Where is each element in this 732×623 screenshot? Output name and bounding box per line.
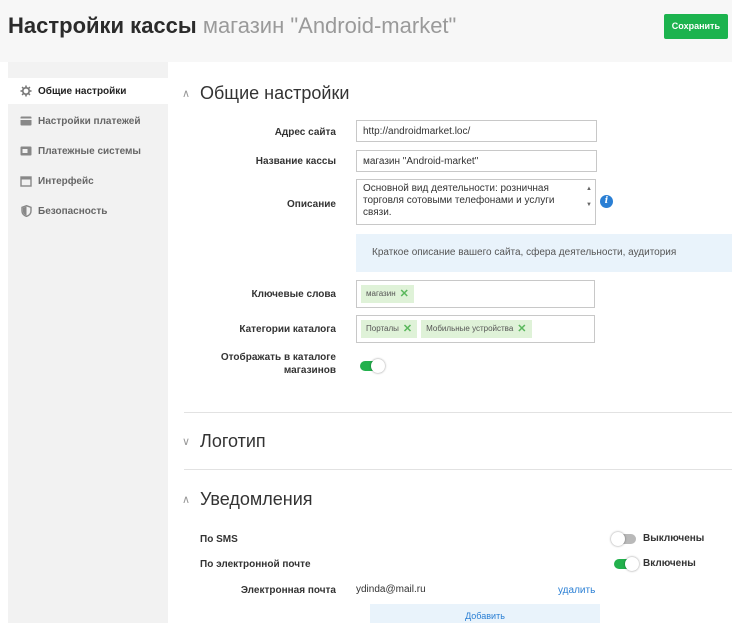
info-icon[interactable]: i	[600, 195, 613, 208]
main-content: ∧ Общие настройки Адрес сайта http://and…	[168, 62, 732, 623]
toggle-knob	[625, 557, 639, 571]
payment-icon	[20, 145, 32, 157]
sidebar-item-payment-systems[interactable]: Платежные системы	[8, 138, 168, 164]
chevron-up-icon: ∧	[182, 88, 191, 100]
gear-icon	[20, 85, 32, 97]
page-title: Настройки кассы магазин "Android-market"	[8, 13, 456, 39]
save-button[interactable]: Сохранить	[663, 14, 728, 39]
chevron-up-icon: ∧	[182, 494, 191, 506]
section-general-header[interactable]: ∧ Общие настройки	[182, 83, 349, 104]
keywords-tag-input[interactable]: магазин ✕	[356, 280, 595, 308]
email-value: ydinda@mail.ru	[356, 584, 426, 595]
add-email-button[interactable]: Добавить	[370, 604, 600, 623]
section-title: Уведомления	[200, 489, 313, 509]
section-divider	[184, 412, 732, 413]
categories-label: Категории каталога	[239, 324, 336, 335]
section-divider	[184, 469, 732, 470]
remove-tag-icon[interactable]: ✕	[517, 320, 526, 338]
sidebar-item-label: Общие настройки	[38, 85, 127, 97]
description-hint: Краткое описание вашего сайта, сфера дея…	[356, 234, 732, 272]
card-icon	[20, 115, 32, 127]
categories-tag-input[interactable]: Порталы ✕ Мобильные устройства ✕	[356, 315, 595, 343]
sidebar-item-security[interactable]: Безопасность	[8, 198, 168, 224]
site-address-label: Адрес сайта	[274, 127, 336, 138]
section-title: Общие настройки	[200, 83, 350, 103]
window-icon	[20, 175, 32, 187]
toggle-knob	[371, 359, 385, 373]
sidebar-item-label: Интерфейс	[38, 175, 94, 187]
cashbox-name-label: Название кассы	[255, 156, 336, 167]
section-logo-header[interactable]: ∨ Логотип	[182, 431, 266, 452]
remove-tag-icon[interactable]: ✕	[403, 320, 412, 338]
header-bar: Настройки кассы магазин "Android-market"…	[0, 0, 732, 62]
sidebar-item-label: Платежные системы	[38, 145, 141, 157]
tag-label: Порталы	[366, 324, 399, 333]
sidebar: Общие настройки Настройки платежей Плате…	[8, 62, 168, 623]
sidebar-item-label: Безопасность	[38, 205, 108, 217]
site-address-input[interactable]: http://androidmarket.loc/	[356, 120, 597, 142]
keywords-label: Ключевые слова	[251, 289, 336, 300]
description-label: Описание	[287, 199, 336, 210]
email-notification-toggle[interactable]	[614, 557, 639, 571]
show-in-catalog-label-line1: Отображать в каталоге	[220, 352, 336, 363]
cashbox-name-input[interactable]: магазин "Android-market"	[356, 150, 597, 172]
category-tag: Порталы ✕	[361, 320, 418, 338]
sidebar-item-payment-settings[interactable]: Настройки платежей	[8, 108, 168, 134]
section-notifications-header[interactable]: ∧ Уведомления	[182, 489, 313, 510]
show-in-catalog-toggle[interactable]	[360, 359, 385, 373]
page-title-store-name: магазин "Android-market"	[202, 13, 457, 38]
show-in-catalog-label: Отображать в каталоге магазинов	[186, 351, 336, 377]
sms-notification-toggle[interactable]	[611, 532, 636, 546]
toggle-knob	[611, 532, 625, 546]
sms-notification-state: Выключены	[643, 533, 705, 544]
remove-tag-icon[interactable]: ✕	[400, 285, 409, 303]
email-field-label: Электронная почта	[240, 585, 336, 596]
scroll-up-arrow-icon[interactable]: ▲	[586, 183, 592, 195]
category-tag: Мобильные устройства ✕	[421, 320, 532, 338]
scroll-down-arrow-icon[interactable]: ▼	[586, 199, 592, 211]
sidebar-item-general-settings[interactable]: Общие настройки	[8, 78, 168, 104]
email-notification-state: Включены	[643, 558, 696, 569]
description-text: Основной вид деятельности: розничная тор…	[363, 183, 555, 218]
sidebar-item-interface[interactable]: Интерфейс	[8, 168, 168, 194]
shield-icon	[20, 205, 32, 217]
chevron-down-icon: ∨	[182, 436, 191, 448]
description-textarea[interactable]: Основной вид деятельности: розничная тор…	[356, 179, 596, 225]
page-title-main: Настройки кассы	[8, 13, 197, 38]
tag-label: Мобильные устройства	[426, 324, 514, 333]
delete-email-link[interactable]: удалить	[558, 585, 595, 596]
sms-notification-label: По SMS	[200, 534, 238, 545]
section-title: Логотип	[200, 431, 266, 451]
email-notification-label: По электронной почте	[200, 559, 311, 570]
sidebar-item-label: Настройки платежей	[38, 115, 141, 127]
show-in-catalog-label-line2: магазинов	[283, 365, 336, 376]
keyword-tag: магазин ✕	[361, 285, 414, 303]
tag-label: магазин	[366, 289, 396, 298]
